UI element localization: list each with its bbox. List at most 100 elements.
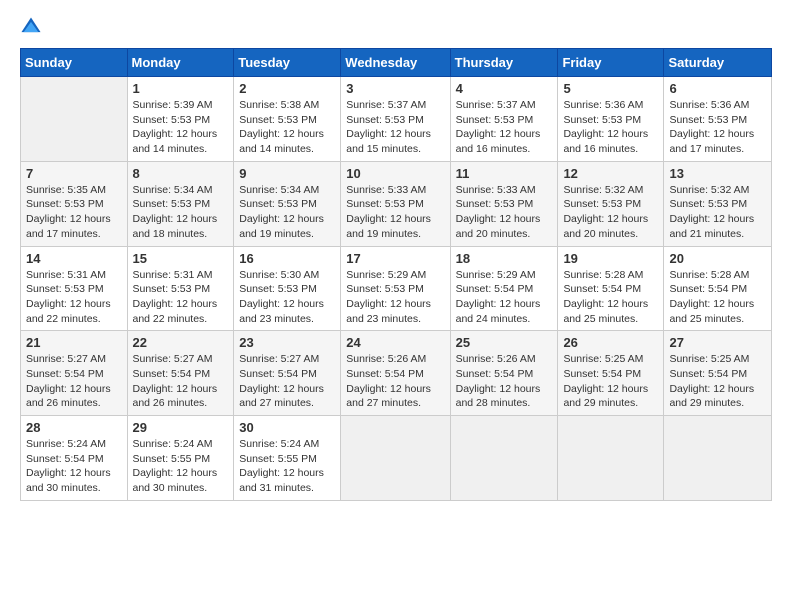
day-info: Sunrise: 5:32 AM Sunset: 5:53 PM Dayligh…	[669, 183, 766, 242]
calendar-cell: 18 Sunrise: 5:29 AM Sunset: 5:54 PM Dayli…	[450, 246, 558, 331]
day-info: Sunrise: 5:31 AM Sunset: 5:53 PM Dayligh…	[133, 268, 229, 327]
day-number: 6	[669, 81, 766, 96]
calendar-cell: 27 Sunrise: 5:25 AM Sunset: 5:54 PM Dayli…	[664, 331, 772, 416]
calendar-cell: 20Sunrise: 5:28 AM Sunset: 5:54 PM Dayli…	[664, 246, 772, 331]
calendar-cell: 2 Sunrise: 5:38 AM Sunset: 5:53 PM Daylig…	[234, 77, 341, 162]
day-number: 14	[26, 251, 122, 266]
calendar-cell: 30Sunrise: 5:24 AM Sunset: 5:55 PM Dayli…	[234, 416, 341, 501]
header-monday: Monday	[127, 49, 234, 77]
calendar-cell: 8Sunrise: 5:34 AM Sunset: 5:53 PM Daylig…	[127, 161, 234, 246]
calendar-cell	[341, 416, 450, 501]
day-info: Sunrise: 5:25 AM Sunset: 5:54 PM Dayligh…	[669, 352, 766, 411]
day-info: Sunrise: 5:26 AM Sunset: 5:54 PM Dayligh…	[346, 352, 444, 411]
calendar-cell: 12 Sunrise: 5:32 AM Sunset: 5:53 PM Dayli…	[558, 161, 664, 246]
day-info: Sunrise: 5:27 AM Sunset: 5:54 PM Dayligh…	[133, 352, 229, 411]
logo	[20, 16, 46, 38]
day-number: 5	[563, 81, 658, 96]
week-row-2: 7 Sunrise: 5:35 AM Sunset: 5:53 PM Daylig…	[21, 161, 772, 246]
day-number: 2	[239, 81, 335, 96]
day-number: 9	[239, 166, 335, 181]
day-info: Sunrise: 5:31 AM Sunset: 5:53 PM Dayligh…	[26, 268, 122, 327]
header-wednesday: Wednesday	[341, 49, 450, 77]
day-info: Sunrise: 5:29 AM Sunset: 5:54 PM Dayligh…	[456, 268, 553, 327]
day-number: 17	[346, 251, 444, 266]
day-info: Sunrise: 5:29 AM Sunset: 5:53 PM Dayligh…	[346, 268, 444, 327]
day-number: 25	[456, 335, 553, 350]
day-info: Sunrise: 5:28 AM Sunset: 5:54 PM Dayligh…	[563, 268, 658, 327]
calendar-cell: 14 Sunrise: 5:31 AM Sunset: 5:53 PM Dayli…	[21, 246, 128, 331]
day-info: Sunrise: 5:24 AM Sunset: 5:54 PM Dayligh…	[26, 437, 122, 496]
day-info: Sunrise: 5:25 AM Sunset: 5:54 PM Dayligh…	[563, 352, 658, 411]
day-number: 11	[456, 166, 553, 181]
day-info: Sunrise: 5:33 AM Sunset: 5:53 PM Dayligh…	[456, 183, 553, 242]
day-number: 18	[456, 251, 553, 266]
day-number: 4	[456, 81, 553, 96]
day-number: 22	[133, 335, 229, 350]
day-info: Sunrise: 5:24 AM Sunset: 5:55 PM Dayligh…	[133, 437, 229, 496]
day-number: 29	[133, 420, 229, 435]
calendar-cell: 26 Sunrise: 5:25 AM Sunset: 5:54 PM Dayli…	[558, 331, 664, 416]
week-row-3: 14 Sunrise: 5:31 AM Sunset: 5:53 PM Dayli…	[21, 246, 772, 331]
day-info: Sunrise: 5:33 AM Sunset: 5:53 PM Dayligh…	[346, 183, 444, 242]
calendar-cell: 4Sunrise: 5:37 AM Sunset: 5:53 PM Daylig…	[450, 77, 558, 162]
day-number: 21	[26, 335, 122, 350]
day-number: 7	[26, 166, 122, 181]
calendar-table: SundayMondayTuesdayWednesdayThursdayFrid…	[20, 48, 772, 501]
calendar-cell: 29 Sunrise: 5:24 AM Sunset: 5:55 PM Dayli…	[127, 416, 234, 501]
day-number: 16	[239, 251, 335, 266]
calendar-cell: 22 Sunrise: 5:27 AM Sunset: 5:54 PM Dayli…	[127, 331, 234, 416]
calendar-cell: 21 Sunrise: 5:27 AM Sunset: 5:54 PM Dayli…	[21, 331, 128, 416]
day-number: 26	[563, 335, 658, 350]
day-info: Sunrise: 5:34 AM Sunset: 5:53 PM Dayligh…	[133, 183, 229, 242]
day-info: Sunrise: 5:34 AM Sunset: 5:53 PM Dayligh…	[239, 183, 335, 242]
day-number: 19	[563, 251, 658, 266]
calendar-cell	[558, 416, 664, 501]
calendar-cell: 9 Sunrise: 5:34 AM Sunset: 5:53 PM Daylig…	[234, 161, 341, 246]
calendar-header-row: SundayMondayTuesdayWednesdayThursdayFrid…	[21, 49, 772, 77]
week-row-5: 28 Sunrise: 5:24 AM Sunset: 5:54 PM Dayli…	[21, 416, 772, 501]
day-info: Sunrise: 5:36 AM Sunset: 5:53 PM Dayligh…	[669, 98, 766, 157]
calendar-cell: 1 Sunrise: 5:39 AM Sunset: 5:53 PM Daylig…	[127, 77, 234, 162]
week-row-4: 21 Sunrise: 5:27 AM Sunset: 5:54 PM Dayli…	[21, 331, 772, 416]
day-info: Sunrise: 5:37 AM Sunset: 5:53 PM Dayligh…	[346, 98, 444, 157]
day-info: Sunrise: 5:32 AM Sunset: 5:53 PM Dayligh…	[563, 183, 658, 242]
day-number: 23	[239, 335, 335, 350]
calendar-cell: 6 Sunrise: 5:36 AM Sunset: 5:53 PM Daylig…	[664, 77, 772, 162]
calendar-cell: 3 Sunrise: 5:37 AM Sunset: 5:53 PM Daylig…	[341, 77, 450, 162]
day-info: Sunrise: 5:35 AM Sunset: 5:53 PM Dayligh…	[26, 183, 122, 242]
day-number: 3	[346, 81, 444, 96]
week-row-1: 1 Sunrise: 5:39 AM Sunset: 5:53 PM Daylig…	[21, 77, 772, 162]
calendar-cell	[450, 416, 558, 501]
day-number: 28	[26, 420, 122, 435]
day-number: 20	[669, 251, 766, 266]
header-saturday: Saturday	[664, 49, 772, 77]
calendar-cell: 28 Sunrise: 5:24 AM Sunset: 5:54 PM Dayli…	[21, 416, 128, 501]
day-info: Sunrise: 5:38 AM Sunset: 5:53 PM Dayligh…	[239, 98, 335, 157]
calendar-cell: 7 Sunrise: 5:35 AM Sunset: 5:53 PM Daylig…	[21, 161, 128, 246]
calendar-cell: 19 Sunrise: 5:28 AM Sunset: 5:54 PM Dayli…	[558, 246, 664, 331]
calendar-cell: 10 Sunrise: 5:33 AM Sunset: 5:53 PM Dayli…	[341, 161, 450, 246]
calendar-cell: 13Sunrise: 5:32 AM Sunset: 5:53 PM Dayli…	[664, 161, 772, 246]
calendar-cell: 11 Sunrise: 5:33 AM Sunset: 5:53 PM Dayli…	[450, 161, 558, 246]
calendar-cell: 23 Sunrise: 5:27 AM Sunset: 5:54 PM Dayli…	[234, 331, 341, 416]
calendar-cell: 15 Sunrise: 5:31 AM Sunset: 5:53 PM Dayli…	[127, 246, 234, 331]
header-tuesday: Tuesday	[234, 49, 341, 77]
logo-icon	[20, 16, 42, 38]
day-info: Sunrise: 5:36 AM Sunset: 5:53 PM Dayligh…	[563, 98, 658, 157]
day-number: 27	[669, 335, 766, 350]
day-number: 15	[133, 251, 229, 266]
calendar-cell	[664, 416, 772, 501]
calendar-cell: 25Sunrise: 5:26 AM Sunset: 5:54 PM Dayli…	[450, 331, 558, 416]
calendar-cell: 24Sunrise: 5:26 AM Sunset: 5:54 PM Dayli…	[341, 331, 450, 416]
day-info: Sunrise: 5:27 AM Sunset: 5:54 PM Dayligh…	[239, 352, 335, 411]
calendar-cell: 17 Sunrise: 5:29 AM Sunset: 5:53 PM Dayli…	[341, 246, 450, 331]
calendar-cell: 16Sunrise: 5:30 AM Sunset: 5:53 PM Dayli…	[234, 246, 341, 331]
day-info: Sunrise: 5:27 AM Sunset: 5:54 PM Dayligh…	[26, 352, 122, 411]
day-number: 12	[563, 166, 658, 181]
header-friday: Friday	[558, 49, 664, 77]
day-info: Sunrise: 5:39 AM Sunset: 5:53 PM Dayligh…	[133, 98, 229, 157]
header-sunday: Sunday	[21, 49, 128, 77]
day-number: 10	[346, 166, 444, 181]
calendar-cell	[21, 77, 128, 162]
day-number: 1	[133, 81, 229, 96]
